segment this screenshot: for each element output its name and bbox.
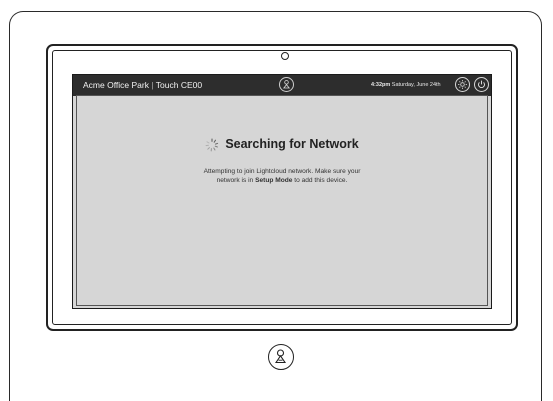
location-name: Acme Office Park (83, 80, 149, 90)
home-button[interactable] (268, 344, 294, 370)
message-line-2: network is in Setup Mode to add this dev… (73, 176, 491, 185)
clock: 4:32pm Saturday, June 24th (371, 82, 441, 88)
heading-text: Searching for Network (225, 137, 358, 151)
clock-date: Saturday, June 24th (392, 82, 441, 88)
power-button[interactable] (474, 77, 489, 92)
top-bar: Acme Office Park | Touch CE00 4:32pm Sat… (73, 75, 491, 96)
touch-screen: Acme Office Park | Touch CE00 4:32pm Sat… (72, 74, 492, 309)
message-line-1: Attempting to join Lightcloud network. M… (73, 167, 491, 176)
setup-mode-emphasis: Setup Mode (255, 177, 292, 184)
message-line-2-suffix: to add this device. (292, 177, 347, 184)
spinner-icon (205, 138, 219, 152)
camera-icon (281, 52, 289, 60)
message-line-2-prefix: network is in (217, 177, 255, 184)
power-icon (475, 78, 488, 91)
brightness-button[interactable] (455, 77, 470, 92)
person-icon[interactable] (279, 77, 294, 92)
device-name: Touch CE00 (156, 80, 202, 90)
lightcloud-home-icon (269, 345, 292, 368)
searching-heading: Searching for Network (73, 137, 491, 152)
brightness-icon (456, 78, 469, 91)
title-separator: | (151, 80, 153, 90)
clock-time: 4:32pm (371, 82, 390, 88)
device-title: Acme Office Park | Touch CE00 (83, 80, 202, 90)
status-message: Attempting to join Lightcloud network. M… (73, 167, 491, 185)
